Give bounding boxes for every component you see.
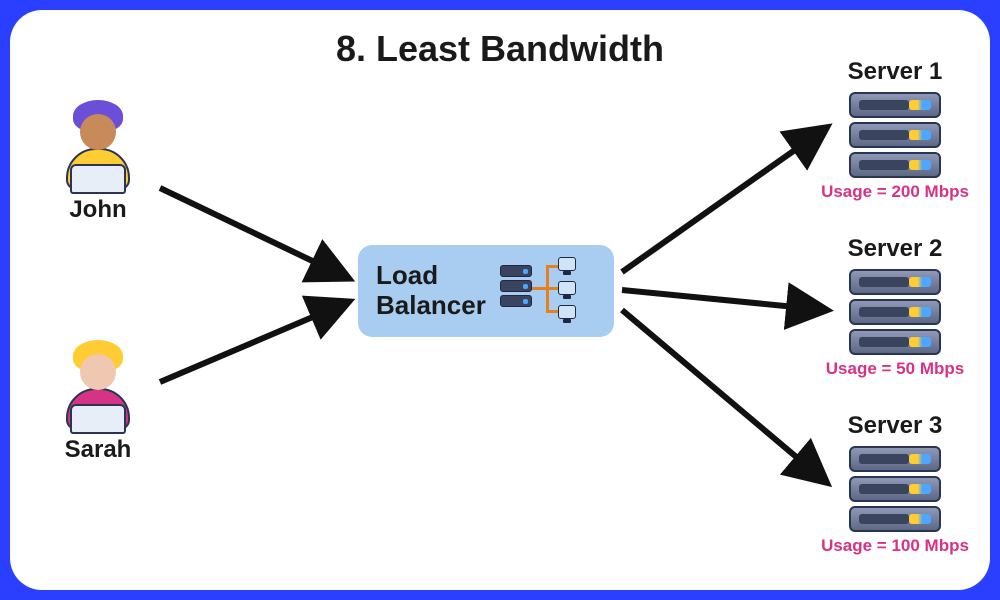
server-stack-icon <box>849 269 941 355</box>
arrow-lb-to-server2 <box>622 290 826 310</box>
diagram-canvas: 8. Least Bandwidth John Sarah Load Balan… <box>10 10 990 590</box>
user-sarah: Sarah <box>58 340 138 464</box>
user-label-sarah: Sarah <box>58 436 138 464</box>
user-label-john: John <box>58 196 138 224</box>
server-1: Server 1 Usage = 200 Mbps <box>820 58 970 202</box>
lb-label-line2: Balancer <box>376 290 486 320</box>
server-3: Server 3 Usage = 100 Mbps <box>820 412 970 556</box>
server-usage: Usage = 200 Mbps <box>820 182 970 202</box>
server-stack-icon <box>849 446 941 532</box>
load-balancer-icon <box>500 259 578 323</box>
server-2: Server 2 Usage = 50 Mbps <box>820 235 970 379</box>
arrow-lb-to-server3 <box>622 310 826 482</box>
person-icon <box>58 100 138 190</box>
arrow-lb-to-server1 <box>622 128 826 272</box>
person-icon <box>58 340 138 430</box>
load-balancer: Load Balancer <box>358 245 614 337</box>
server-stack-icon <box>849 92 941 178</box>
server-label: Server 1 <box>820 58 970 86</box>
user-john: John <box>58 100 138 224</box>
server-usage: Usage = 100 Mbps <box>820 536 970 556</box>
server-label: Server 3 <box>820 412 970 440</box>
lb-label-line1: Load <box>376 260 438 290</box>
arrow-john-to-lb <box>160 188 348 278</box>
arrow-sarah-to-lb <box>160 302 348 382</box>
load-balancer-label: Load Balancer <box>376 261 486 321</box>
server-usage: Usage = 50 Mbps <box>820 359 970 379</box>
server-label: Server 2 <box>820 235 970 263</box>
